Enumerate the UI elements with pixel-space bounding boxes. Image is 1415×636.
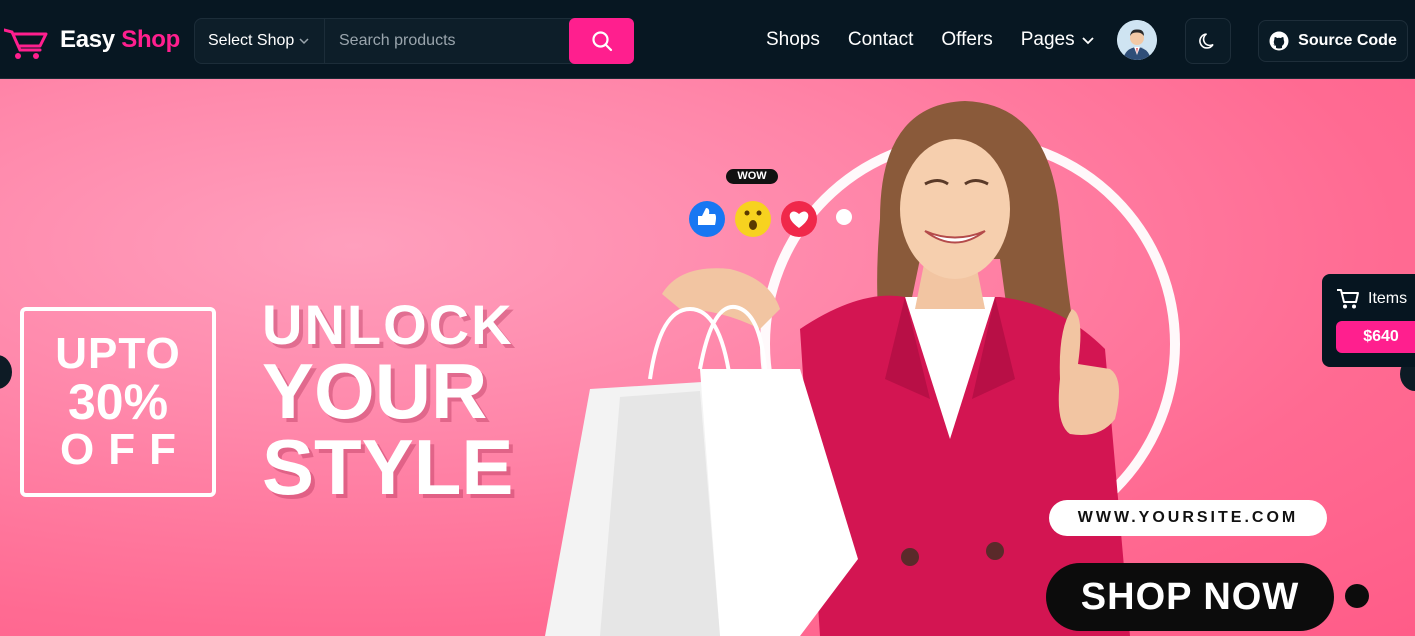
shop-now-button[interactable]: SHOP NOW (1046, 563, 1334, 631)
select-shop-label: Select Shop (208, 32, 295, 49)
source-code-button[interactable]: Source Code (1258, 20, 1408, 62)
nav-contact[interactable]: Contact (848, 29, 913, 51)
promo-line1: UPTO (55, 329, 181, 378)
logo-text-part2: Shop (121, 26, 181, 53)
nav-pages-label: Pages (1020, 28, 1075, 50)
moon-icon (1199, 33, 1214, 49)
select-shop-dropdown[interactable]: Select Shop (195, 19, 325, 63)
chevron-down-icon (299, 38, 309, 45)
theme-toggle-button[interactable] (1185, 18, 1231, 64)
headline-line2: YOUR (262, 347, 488, 435)
website-label: WWW.YOURSITE.COM (1049, 500, 1327, 536)
source-code-label: Source Code (1298, 32, 1397, 49)
nav-offers[interactable]: Offers (941, 29, 992, 51)
wow-tag: WOW (726, 169, 778, 184)
avatar-icon (1117, 20, 1157, 60)
promo-line2: 30% (67, 374, 169, 430)
search-icon (591, 31, 612, 52)
headline-line3: STYLE (262, 423, 514, 511)
logo[interactable]: Easy Shop (4, 20, 180, 60)
search-bar: Select Shop (194, 18, 634, 64)
cart-items-label: Items (1368, 290, 1408, 307)
nav-shops[interactable]: Shops (766, 29, 820, 51)
cart-items-row: Items (1336, 288, 1407, 310)
logo-text-part1: Easy (60, 26, 115, 53)
cart-logo-icon (4, 28, 48, 59)
discount-badge: UPTO 30% OFF (20, 307, 216, 497)
user-avatar[interactable] (1117, 20, 1157, 60)
github-icon (1269, 31, 1289, 51)
hero-banner: WOW UPTO 30% OFF UNLOCK YOUR STYLE WWW.Y… (0, 79, 1415, 636)
navbar: Easy Shop Select Shop Shops Contact Offe… (0, 0, 1415, 79)
floating-cart[interactable]: Items $640 (1322, 274, 1415, 367)
chevron-down-icon (1081, 36, 1094, 44)
shopping-cart-icon (1337, 289, 1359, 309)
hero-headline: UNLOCK YOUR STYLE (262, 293, 514, 511)
promo-line3: OFF (60, 425, 190, 474)
main-nav: Shops Contact Offers Pages (766, 0, 1123, 79)
cart-total: $640 (1336, 321, 1415, 353)
search-button[interactable] (569, 18, 634, 64)
nav-pages[interactable]: Pages (1021, 29, 1095, 51)
logo-text: Easy Shop (60, 26, 180, 54)
headline-line1: UNLOCK (262, 293, 514, 356)
